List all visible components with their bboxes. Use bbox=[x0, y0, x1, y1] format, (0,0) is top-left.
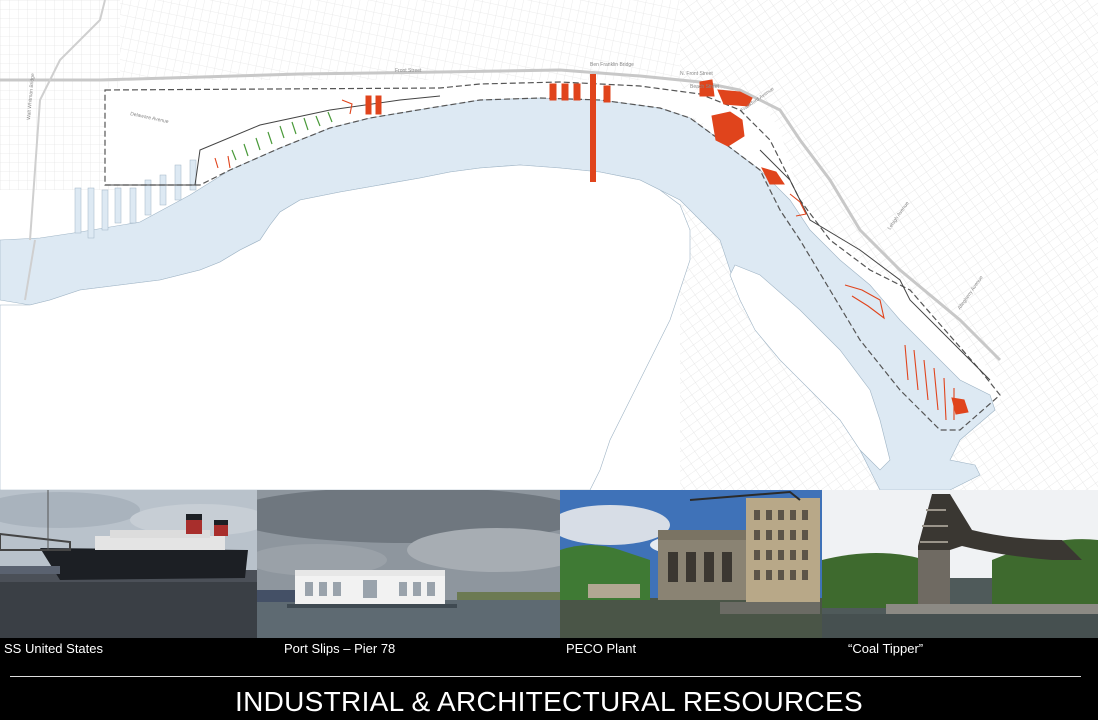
photo-port-slips-pier-78 bbox=[257, 490, 560, 638]
map-canvas: Delaware Avenue Front Street N. Front St… bbox=[0, 0, 1098, 490]
pier-building-photo-icon bbox=[257, 490, 560, 638]
divider-line bbox=[10, 676, 1081, 677]
page-title: INDUSTRIAL & ARCHITECTURAL RESOURCES bbox=[235, 686, 863, 717]
waterfront-map: Delaware Avenue Front Street N. Front St… bbox=[0, 0, 1098, 490]
street-label: Front Street bbox=[395, 68, 422, 74]
photo-ss-united-states bbox=[0, 490, 257, 638]
photo-captions: SS United States Port Slips – Pier 78 PE… bbox=[0, 638, 1098, 666]
caption-port-slips-pier-78: Port Slips – Pier 78 bbox=[284, 641, 396, 656]
photo-coal-tipper bbox=[822, 490, 1098, 638]
photo-peco-plant bbox=[560, 490, 822, 638]
street-label: Ben Franklin Bridge bbox=[590, 62, 634, 68]
street-label: Beach Street bbox=[690, 84, 720, 90]
ocean-liner-photo-icon bbox=[0, 490, 257, 638]
caption-coal-tipper: “Coal Tipper” bbox=[848, 641, 924, 656]
photo-strip bbox=[0, 490, 1098, 638]
caption-ss-united-states: SS United States bbox=[4, 641, 103, 656]
street-label: N. Front Street bbox=[680, 71, 713, 77]
caption-peco-plant: PECO Plant bbox=[566, 641, 637, 656]
power-plant-photo-icon bbox=[560, 490, 822, 638]
coal-tipper-photo-icon bbox=[822, 490, 1098, 638]
ben-franklin-bridge bbox=[590, 74, 596, 182]
street-grid-south bbox=[0, 0, 120, 190]
